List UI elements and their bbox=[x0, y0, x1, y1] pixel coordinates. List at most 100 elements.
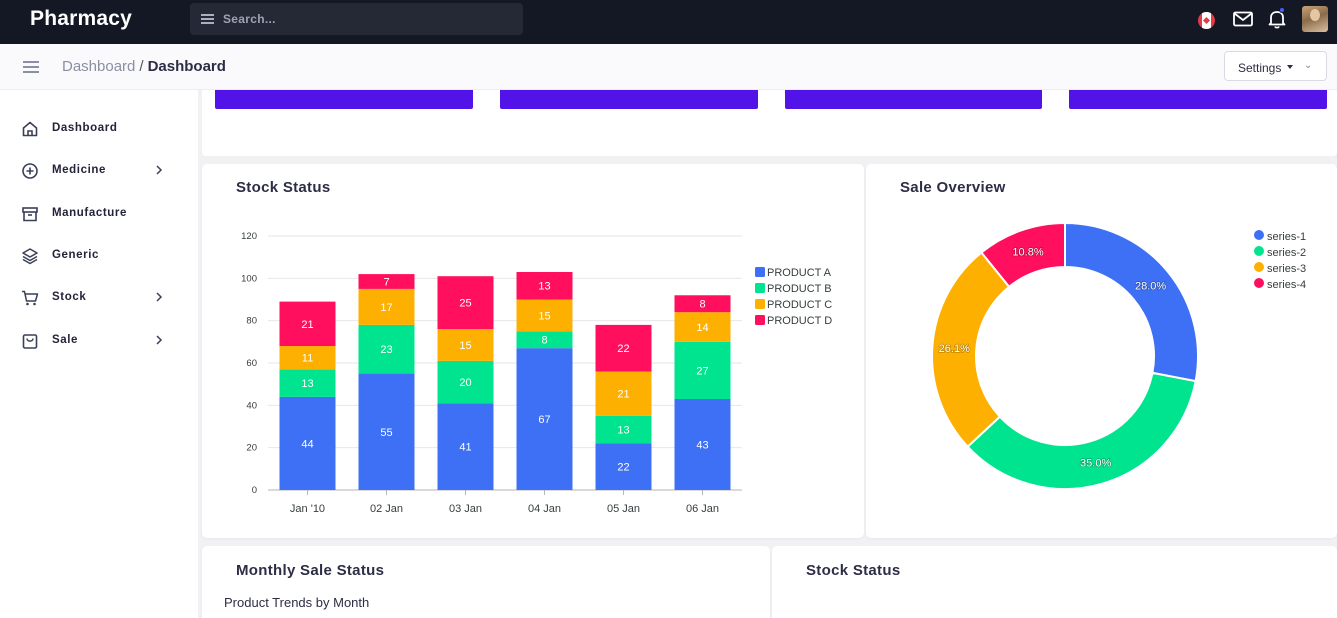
y-tick-label: 0 bbox=[252, 485, 257, 496]
slice-data-label: 10.8% bbox=[1012, 246, 1043, 258]
legend-label: PRODUCT C bbox=[767, 299, 832, 311]
bar-data-label: 8 bbox=[541, 335, 547, 347]
legend-marker bbox=[755, 267, 765, 277]
stock-status-card-2: Stock Status bbox=[772, 546, 1337, 618]
settings-dropdown[interactable]: Settings ⌄ bbox=[1224, 51, 1327, 81]
sidebar-item-medicine[interactable]: Medicine bbox=[0, 151, 198, 191]
sidebar-item-stock[interactable]: Stock bbox=[0, 278, 198, 318]
bar-data-label: 25 bbox=[459, 298, 471, 310]
sidebar-item-label: Dashboard bbox=[52, 122, 118, 134]
search-placeholder: Search... bbox=[223, 12, 276, 26]
breadcrumb: Dashboard / Dashboard bbox=[62, 58, 226, 75]
slice-data-label: 28.0% bbox=[1135, 280, 1166, 292]
caret-down-icon bbox=[1287, 65, 1293, 69]
sidebar-item-label: Generic bbox=[52, 249, 100, 261]
legend-marker bbox=[755, 315, 765, 325]
sidebar-item-dashboard[interactable]: Dashboard bbox=[0, 109, 198, 149]
home-icon bbox=[22, 121, 38, 137]
sidebar-item-generic[interactable]: Generic bbox=[0, 236, 198, 276]
breadcrumb-parent[interactable]: Dashboard bbox=[62, 58, 135, 75]
brand-logo[interactable]: Pharmacy bbox=[30, 7, 132, 31]
bar-data-label: 22 bbox=[617, 462, 629, 474]
x-tick-label: Jan '10 bbox=[290, 503, 325, 515]
sidebar: Dashboard Medicine Manufacture Generic S… bbox=[0, 90, 198, 618]
legend-label: series-2 bbox=[1267, 247, 1306, 259]
legend-marker bbox=[1254, 246, 1264, 256]
sale-overview-card: Sale Overview 28.0% 35.0% 26.1% 10.8% series… bbox=[866, 164, 1337, 538]
chevron-right-icon bbox=[156, 165, 163, 175]
chevron-right-icon bbox=[156, 335, 163, 345]
slice-data-label: 26.1% bbox=[939, 343, 970, 355]
stat-bar bbox=[500, 90, 758, 109]
bar-data-label: 23 bbox=[380, 344, 392, 356]
bar-data-label: 14 bbox=[696, 322, 708, 334]
sidebar-item-label: Sale bbox=[52, 334, 79, 346]
chart-subtitle: Product Trends by Month bbox=[224, 595, 370, 610]
top-navbar: Pharmacy Search... bbox=[0, 0, 1337, 44]
notification-dot bbox=[1279, 7, 1285, 13]
y-tick-label: 20 bbox=[246, 443, 257, 454]
breadcrumb-separator: / bbox=[139, 58, 144, 75]
donut-slice bbox=[1064, 221, 1199, 383]
bar-data-label: 44 bbox=[301, 438, 313, 450]
bar-data-label: 7 bbox=[383, 277, 389, 289]
page-header: Dashboard / Dashboard Settings ⌄ bbox=[0, 44, 1337, 90]
y-tick-label: 40 bbox=[246, 400, 257, 411]
bar-data-label: 13 bbox=[617, 425, 629, 437]
bar-data-label: 21 bbox=[617, 389, 629, 401]
x-tick-label: 06 Jan bbox=[686, 503, 719, 515]
search-input[interactable]: Search... bbox=[190, 3, 523, 35]
sidebar-toggle-icon[interactable] bbox=[23, 61, 39, 73]
bar-data-label: 20 bbox=[459, 377, 471, 389]
bar-data-label: 27 bbox=[696, 365, 708, 377]
bar-data-label: 15 bbox=[538, 310, 550, 322]
card-title: Monthly Sale Status bbox=[236, 562, 385, 579]
legend-label: PRODUCT D bbox=[767, 315, 832, 327]
stat-bar bbox=[1069, 90, 1327, 109]
x-tick-label: 04 Jan bbox=[528, 503, 561, 515]
x-tick-label: 02 Jan bbox=[370, 503, 403, 515]
avatar[interactable] bbox=[1302, 6, 1328, 32]
y-tick-label: 120 bbox=[241, 231, 257, 242]
legend-marker bbox=[1254, 278, 1264, 288]
stock-status-card: Stock Status 0 20 40 60 80 100 120 Jan '10 44 13 1… bbox=[202, 164, 864, 538]
chevron-right-icon bbox=[156, 292, 163, 302]
card-title: Stock Status bbox=[806, 562, 901, 579]
menu-icon bbox=[201, 14, 214, 24]
sidebar-item-label: Medicine bbox=[52, 164, 107, 176]
sale-overview-chart: 28.0% 35.0% 26.1% 10.8% series-1 series-2 seri… bbox=[931, 221, 1306, 490]
bar-data-label: 15 bbox=[459, 340, 471, 352]
bar-data-label: 13 bbox=[301, 378, 313, 390]
sidebar-item-manufacture[interactable]: Manufacture bbox=[0, 194, 198, 234]
canada-flag-icon[interactable] bbox=[1198, 12, 1215, 29]
y-tick-label: 60 bbox=[246, 358, 257, 369]
bar-data-label: 21 bbox=[301, 319, 313, 331]
breadcrumb-current: Dashboard bbox=[147, 58, 226, 75]
stock-status-chart: 0 20 40 60 80 100 120 Jan '10 44 13 11 21 02 Jan 55 23… bbox=[241, 231, 832, 515]
bar-data-label: 13 bbox=[538, 281, 550, 293]
bar-data-label: 41 bbox=[459, 442, 471, 454]
legend-label: series-3 bbox=[1267, 263, 1306, 275]
sidebar-item-label: Manufacture bbox=[52, 207, 127, 219]
x-tick-label: 03 Jan bbox=[449, 503, 482, 515]
legend-label: series-4 bbox=[1267, 279, 1306, 291]
x-tick-label: 05 Jan bbox=[607, 503, 640, 515]
bar-data-label: 43 bbox=[696, 439, 708, 451]
layers-icon bbox=[22, 248, 38, 265]
chevron-down-icon: ⌄ bbox=[1304, 60, 1313, 71]
legend-marker bbox=[1254, 230, 1264, 240]
legend-label: PRODUCT B bbox=[767, 283, 832, 295]
bar-data-label: 11 bbox=[302, 353, 313, 365]
settings-label: Settings bbox=[1238, 61, 1282, 75]
legend-label: series-1 bbox=[1267, 231, 1306, 243]
slice-data-label: 35.0% bbox=[1080, 458, 1111, 470]
bar-data-label: 22 bbox=[617, 343, 629, 355]
archive-icon bbox=[22, 207, 38, 222]
sidebar-item-label: Stock bbox=[52, 291, 87, 303]
y-tick-label: 100 bbox=[241, 273, 257, 284]
legend-marker bbox=[755, 283, 765, 293]
sidebar-item-sale[interactable]: Sale bbox=[0, 321, 198, 361]
legend-marker bbox=[755, 299, 765, 309]
mail-icon[interactable] bbox=[1233, 11, 1253, 27]
y-tick-label: 80 bbox=[246, 316, 257, 327]
